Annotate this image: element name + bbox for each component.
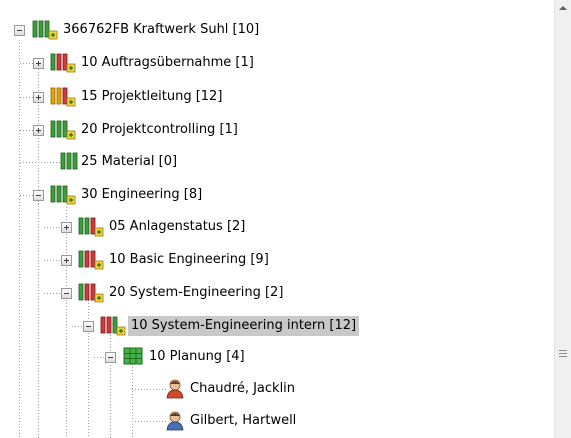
tree-node-label[interactable]: 15 Projektleitung [12]	[78, 87, 225, 107]
collapse-icon[interactable]	[33, 190, 44, 201]
traffic-light-icon	[50, 52, 76, 74]
arrow-up-icon[interactable]	[555, 0, 571, 17]
tree-node-engineering[interactable]: 30 Engineering [8]	[0, 182, 540, 208]
expand-icon[interactable]	[33, 92, 44, 103]
tree-node-label[interactable]: 10 Auftragsübernahme [1]	[78, 53, 257, 73]
traffic-light-icon	[50, 184, 76, 206]
tree-node-label[interactable]: 05 Anlagenstatus [2]	[106, 217, 248, 237]
tree-node-root[interactable]: 366762FB Kraftwerk Suhl [10]	[0, 17, 540, 43]
tree-node-planung[interactable]: 10 Planung [4]	[0, 344, 540, 370]
traffic-light-icon	[32, 19, 58, 41]
tree-node-projektleitung[interactable]: 15 Projektleitung [12]	[0, 84, 540, 110]
expand-icon[interactable]	[33, 125, 44, 136]
tree-node-label[interactable]: 25 Material [0]	[78, 152, 180, 172]
tree-node-label[interactable]: Chaudré, Jacklin	[187, 379, 298, 399]
tree-node-system-engineering-intern[interactable]: 10 System-Engineering intern [12]	[0, 313, 540, 339]
tree-node-label[interactable]: 366762FB Kraftwerk Suhl [10]	[60, 20, 262, 40]
expand-icon[interactable]	[61, 255, 72, 266]
traffic-light-icon	[78, 216, 104, 238]
tree-node-anlagenstatus[interactable]: 05 Anlagenstatus [2]	[0, 214, 540, 240]
grid-table-icon	[122, 346, 148, 368]
tree-view: 366762FB Kraftwerk Suhl [10] 10 Auftrags…	[0, 0, 571, 438]
vertical-scrollbar[interactable]	[554, 0, 571, 438]
tree-node-label[interactable]: 20 System-Engineering [2]	[106, 283, 286, 303]
collapse-icon[interactable]	[105, 352, 116, 363]
collapse-icon[interactable]	[14, 25, 25, 36]
collapse-icon[interactable]	[83, 321, 94, 332]
tree-node-material[interactable]: 25 Material [0]	[0, 149, 540, 175]
expand-icon[interactable]	[33, 58, 44, 69]
tree-node-projektcontrolling[interactable]: 20 Projektcontrolling [1]	[0, 117, 540, 143]
tree-node-label[interactable]: 20 Projektcontrolling [1]	[78, 120, 241, 140]
scroll-grip-icon[interactable]	[559, 350, 567, 357]
tree-node-label[interactable]: 10 Basic Engineering [9]	[106, 250, 272, 270]
tree-node-person-chaudre[interactable]: Chaudré, Jacklin	[0, 376, 540, 402]
traffic-light-icon	[78, 282, 104, 304]
tree-node-label[interactable]: 30 Engineering [8]	[78, 185, 205, 205]
traffic-light-icon	[100, 315, 126, 337]
tree-node-label[interactable]: 10 System-Engineering intern [12]	[128, 316, 360, 336]
tree-node-basic-engineering[interactable]: 10 Basic Engineering [9]	[0, 247, 540, 273]
traffic-light-icon	[78, 249, 104, 271]
tree-node-label[interactable]: 10 Planung [4]	[146, 347, 248, 367]
expand-icon[interactable]	[61, 222, 72, 233]
tree-node-label[interactable]: Gilbert, Hartwell	[187, 411, 299, 431]
tree-node-auftragsuebernahme[interactable]: 10 Auftragsübernahme [1]	[0, 50, 540, 76]
tree-node-system-engineering[interactable]: 20 System-Engineering [2]	[0, 280, 540, 306]
traffic-light-icon	[50, 86, 76, 108]
traffic-light-icon	[50, 119, 76, 141]
collapse-icon[interactable]	[61, 288, 72, 299]
tree-node-person-gilbert[interactable]: Gilbert, Hartwell	[0, 408, 540, 434]
